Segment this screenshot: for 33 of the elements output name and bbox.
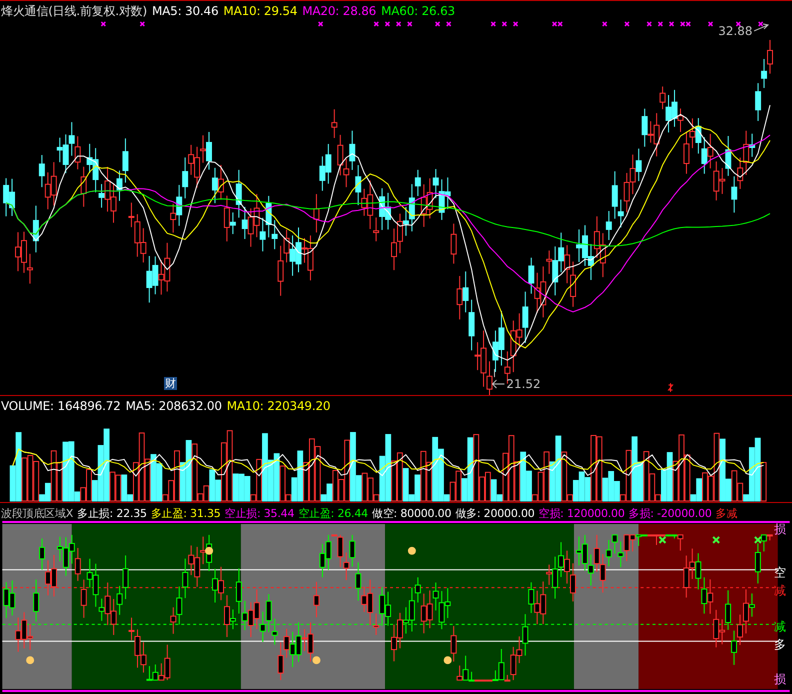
indicator-value: 空损: 120000.00: [538, 506, 625, 520]
volume-value: MA10: 220349.20: [226, 399, 330, 413]
indicator-value: 做空: 80000.00: [372, 506, 452, 520]
moving-average-value: MA20: 28.86: [302, 4, 376, 18]
level-label: 减: [774, 619, 786, 634]
pointer-arrow: [754, 23, 770, 32]
level-label: 多: [774, 637, 786, 652]
volume-value: VOLUME: 164896.72: [1, 399, 121, 413]
level-label: 减: [774, 584, 786, 598]
moving-average-value: MA5: 30.46: [152, 4, 218, 18]
indicator-value: 波段顶底区域X: [1, 506, 74, 520]
finance-badge: 财: [164, 377, 177, 390]
indicator-value: 多止盈: 31.35: [150, 506, 221, 520]
indicator-value: 多止损: 22.35: [77, 506, 147, 520]
moving-average-value: MA10: 29.54: [223, 4, 298, 18]
cross-mark-icon: [658, 536, 666, 544]
low-price-label: 21.52: [506, 377, 541, 392]
indicator-value: 空止盈: 26.44: [298, 506, 368, 520]
moving-average-value: MA60: 26.63: [381, 4, 455, 18]
event-marker-icon: [668, 382, 674, 393]
indicator-value: 空止损: 35.44: [224, 506, 294, 520]
pointer-arrow: [492, 368, 505, 389]
indicator-value: 多减: [716, 506, 738, 520]
level-label: 损: [774, 522, 786, 536]
stock-title: 烽火通信(日线.前复权.对数): [1, 2, 147, 20]
level-label: 损: [774, 672, 786, 686]
indicator-value: 多损: -20000.00: [628, 506, 712, 520]
cross-mark-icon: [712, 536, 720, 544]
volume-value: MA5: 208632.00: [126, 399, 222, 413]
level-label: 空: [774, 566, 786, 580]
indicator-value: 做多: 20000.00: [455, 506, 535, 520]
high-price-label: 32.88: [718, 24, 752, 38]
cross-mark-icon: [754, 536, 762, 544]
